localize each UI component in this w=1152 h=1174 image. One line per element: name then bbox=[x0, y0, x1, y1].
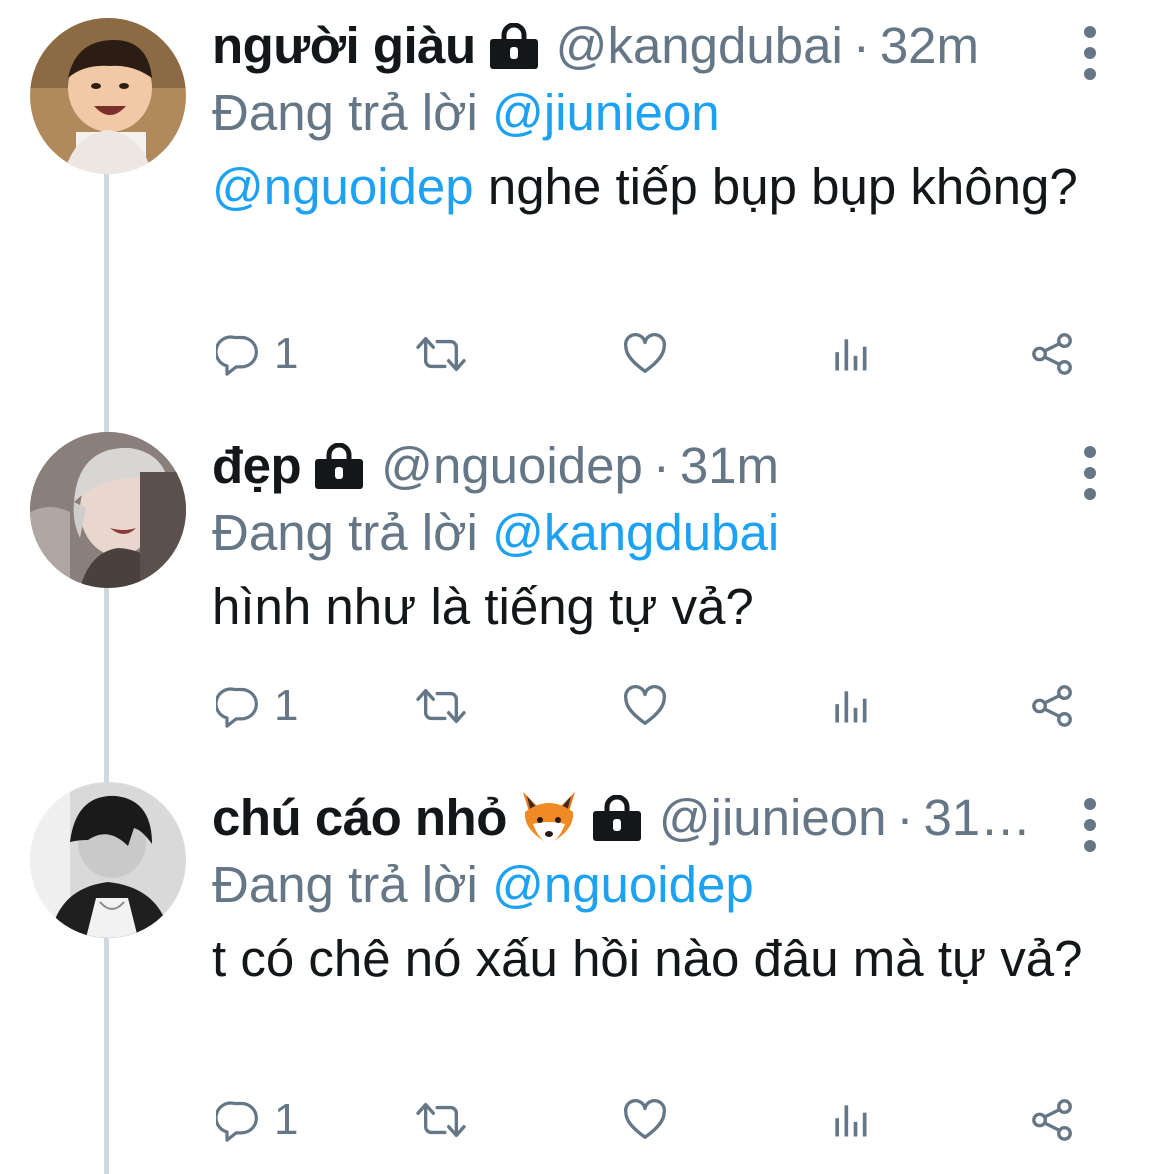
separator-dot: · bbox=[896, 789, 914, 846]
more-icon[interactable] bbox=[1080, 794, 1100, 856]
tweet-text: t có chê nó xấu hồi nào đâu mà tự vả? bbox=[212, 928, 1092, 990]
analytics-icon bbox=[828, 684, 872, 728]
timestamp[interactable]: 31… bbox=[923, 789, 1031, 846]
reply-count: 1 bbox=[274, 1095, 299, 1144]
handle[interactable]: @kangdubai bbox=[556, 17, 843, 74]
retweet-button[interactable] bbox=[414, 331, 468, 377]
share-icon bbox=[1030, 331, 1076, 377]
reply-icon bbox=[216, 684, 260, 728]
avatar[interactable] bbox=[30, 782, 186, 938]
replying-to-label: Đang trả lời bbox=[212, 84, 478, 141]
replying-to-handle[interactable]: @jiunieon bbox=[492, 84, 720, 141]
more-icon[interactable] bbox=[1080, 442, 1100, 504]
replying-to: Đang trả lời @nguoidep bbox=[212, 850, 1092, 920]
tweet-meta: @nguoidep · 31m bbox=[381, 434, 779, 498]
handle[interactable]: @jiunieon bbox=[659, 789, 887, 846]
tweet-actions: 1 bbox=[212, 324, 1092, 384]
share-icon bbox=[1030, 683, 1076, 729]
share-button[interactable] bbox=[1030, 1097, 1076, 1143]
retweet-button[interactable] bbox=[414, 683, 468, 729]
tweet-header: người giàu @kangdubai · 32m bbox=[212, 14, 1092, 78]
analytics-button[interactable] bbox=[828, 684, 872, 728]
like-button[interactable] bbox=[622, 683, 668, 729]
lock-icon bbox=[488, 23, 540, 69]
display-name[interactable]: chú cáo nhỏ bbox=[212, 786, 507, 850]
avatar[interactable] bbox=[30, 18, 186, 174]
tweet-text: @nguoidep nghe tiếp bụp bụp không? bbox=[212, 156, 1092, 218]
tweet-text-body: hình như là tiếng tự vả? bbox=[212, 578, 754, 635]
fox-emoji bbox=[522, 792, 575, 844]
tweet-actions: 1 bbox=[212, 676, 1092, 736]
replying-to-handle[interactable]: @kangdubai bbox=[492, 504, 779, 561]
replying-to-handle[interactable]: @nguoidep bbox=[492, 856, 754, 913]
retweet-button[interactable] bbox=[414, 1097, 468, 1143]
reply-button[interactable]: 1 bbox=[216, 681, 298, 731]
replying-to-label: Đang trả lời bbox=[212, 856, 478, 913]
reply-button[interactable]: 1 bbox=[216, 1095, 298, 1145]
lock-icon bbox=[313, 443, 365, 489]
tweet-meta: @jiunieon · 31… bbox=[659, 786, 1031, 850]
replying-to: Đang trả lời @kangdubai bbox=[212, 498, 1092, 568]
mention-link[interactable]: @nguoidep bbox=[212, 158, 474, 215]
lock-icon bbox=[591, 795, 643, 841]
reply-icon bbox=[216, 1098, 260, 1142]
tweet-actions: 1 bbox=[212, 1090, 1092, 1150]
reply-button[interactable]: 1 bbox=[216, 329, 298, 379]
like-button[interactable] bbox=[622, 331, 668, 377]
tweet-text: hình như là tiếng tự vả? bbox=[212, 576, 1092, 638]
tweet-header: đẹp @nguoidep · 31m bbox=[212, 434, 1092, 498]
tweet-meta: @kangdubai · 32m bbox=[556, 14, 979, 78]
separator-dot: · bbox=[852, 17, 870, 74]
timestamp[interactable]: 31m bbox=[680, 437, 779, 494]
tweet-text-body: t có chê nó xấu hồi nào đâu mà tự vả? bbox=[212, 930, 1083, 987]
separator-dot: · bbox=[652, 437, 670, 494]
handle[interactable]: @nguoidep bbox=[381, 437, 643, 494]
share-button[interactable] bbox=[1030, 331, 1076, 377]
retweet-icon bbox=[414, 683, 468, 729]
timestamp[interactable]: 32m bbox=[880, 17, 979, 74]
reply-count: 1 bbox=[274, 329, 299, 378]
analytics-button[interactable] bbox=[828, 1098, 872, 1142]
retweet-icon bbox=[414, 1097, 468, 1143]
retweet-icon bbox=[414, 331, 468, 377]
share-button[interactable] bbox=[1030, 683, 1076, 729]
analytics-button[interactable] bbox=[828, 332, 872, 376]
reply-icon bbox=[216, 332, 260, 376]
display-name[interactable]: đẹp bbox=[212, 434, 302, 498]
thread-connector-line bbox=[104, 172, 109, 1174]
tweet-text-body: nghe tiếp bụp bụp không? bbox=[473, 158, 1078, 215]
replying-to: Đang trả lời @jiunieon bbox=[212, 78, 1092, 148]
analytics-icon bbox=[828, 332, 872, 376]
share-icon bbox=[1030, 1097, 1076, 1143]
analytics-icon bbox=[828, 1098, 872, 1142]
like-button[interactable] bbox=[622, 1097, 668, 1143]
avatar[interactable] bbox=[30, 432, 186, 588]
reply-count: 1 bbox=[274, 681, 299, 730]
display-name[interactable]: người giàu bbox=[212, 14, 476, 78]
tweet-header: chú cáo nhỏ @jiunieon · 31… bbox=[212, 786, 1092, 850]
like-icon bbox=[622, 683, 668, 729]
like-icon bbox=[622, 331, 668, 377]
like-icon bbox=[622, 1097, 668, 1143]
replying-to-label: Đang trả lời bbox=[212, 504, 478, 561]
more-icon[interactable] bbox=[1080, 22, 1100, 84]
